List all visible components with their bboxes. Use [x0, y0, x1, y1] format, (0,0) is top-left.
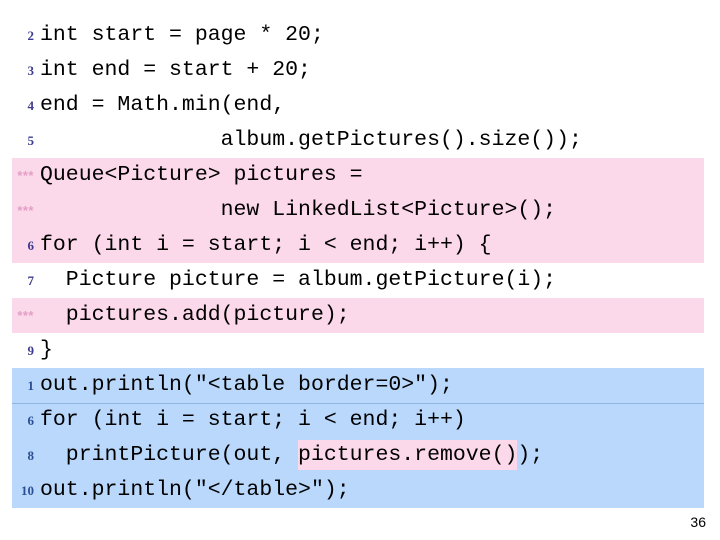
- code-text: new LinkedList<Picture>();: [40, 197, 557, 222]
- code-line: *** new LinkedList<Picture>();: [0, 193, 720, 228]
- line-number: 6: [27, 413, 35, 428]
- code-text: }: [40, 337, 53, 362]
- code-text: Queue<Picture> pictures =: [40, 162, 363, 187]
- code-text: for (int i = start; i < end; i++): [40, 407, 466, 432]
- line-marker-new: ***: [17, 168, 34, 183]
- line-number: 9: [27, 343, 35, 358]
- code-text: for (int i = start; i < end; i++) {: [40, 232, 492, 257]
- line-number: 2: [27, 28, 35, 43]
- page-number: 36: [690, 514, 706, 530]
- code-line: 3 int end = start + 20;: [0, 53, 720, 88]
- code-line: 5 album.getPictures().size());: [0, 123, 720, 158]
- line-number: 8: [27, 448, 35, 463]
- code-line: 6 for (int i = start; i < end; i++): [0, 403, 720, 438]
- code-line: 7 Picture picture = album.getPicture(i);: [0, 263, 720, 298]
- code-text: int end = start + 20;: [40, 57, 311, 82]
- line-number: 10: [21, 483, 34, 498]
- code-line: 6 for (int i = start; i < end; i++) {: [0, 228, 720, 263]
- line-number: 5: [27, 133, 35, 148]
- code-text: Picture picture = album.getPicture(i);: [40, 267, 557, 292]
- line-number: 6: [27, 238, 35, 253]
- code-line: 8 printPicture(out, pictures.remove());: [0, 438, 720, 473]
- code-line: *** pictures.add(picture);: [0, 298, 720, 333]
- code-line: 2 int start = page * 20;: [0, 18, 720, 53]
- code-text: int start = page * 20;: [40, 22, 324, 47]
- code-text-segment: );: [517, 442, 544, 467]
- code-text: out.println("<table border=0>");: [40, 372, 453, 397]
- code-line: 4 end = Math.min(end,: [0, 88, 720, 123]
- code-text: printPicture(out, pictures.remove());: [40, 439, 544, 470]
- code-line: 9}: [0, 333, 720, 368]
- inline-highlight: pictures.remove(): [298, 439, 518, 470]
- code-text-segment: printPicture(out,: [40, 442, 299, 467]
- line-number: 3: [27, 63, 35, 78]
- code-text: end = Math.min(end,: [40, 92, 286, 117]
- slide-canvas: 2 int start = page * 20; 3 int end = start …: [0, 0, 720, 540]
- line-number: 4: [27, 98, 35, 113]
- code-text: pictures.add(picture);: [40, 302, 350, 327]
- line-number: 1: [27, 378, 35, 393]
- line-marker-new: ***: [17, 308, 34, 323]
- line-marker-new: ***: [17, 203, 34, 218]
- line-number: 7: [27, 273, 35, 288]
- code-line: 1 out.println("<table border=0>");: [0, 368, 720, 403]
- code-listing: 2 int start = page * 20; 3 int end = start …: [0, 18, 720, 508]
- code-line: *** Queue<Picture> pictures =: [0, 158, 720, 193]
- code-line: 10 out.println("</table>");: [0, 473, 720, 508]
- code-text: out.println("</table>");: [40, 477, 350, 502]
- code-text: album.getPictures().size());: [40, 127, 582, 152]
